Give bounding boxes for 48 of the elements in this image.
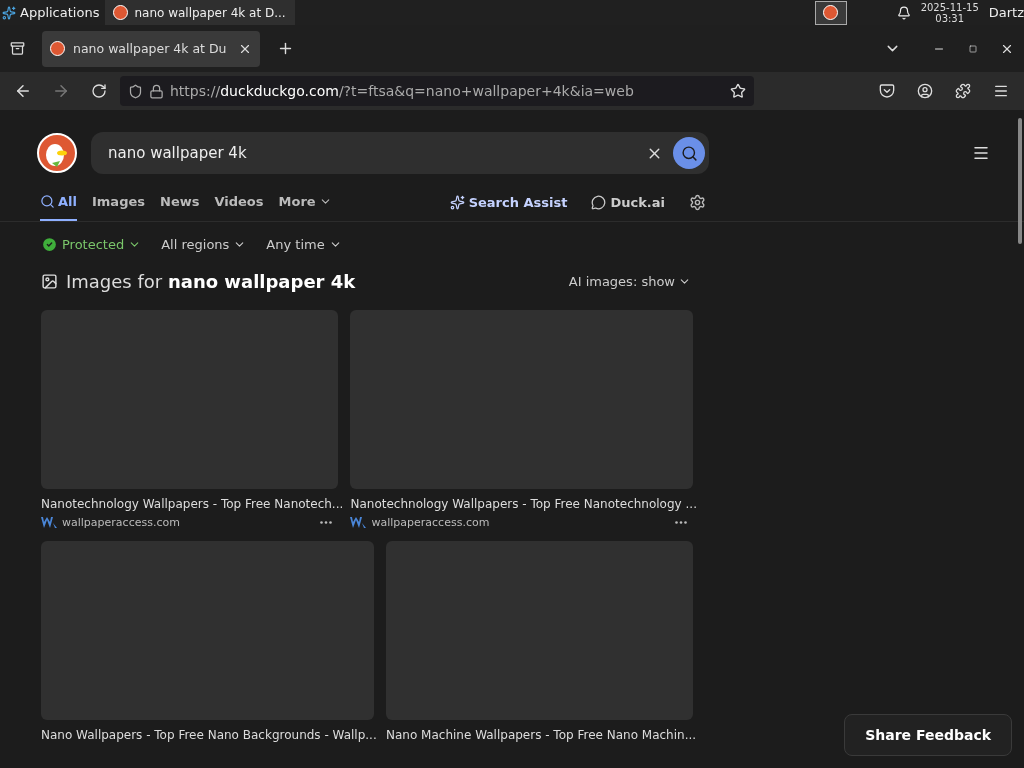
taskbar-window-button[interactable]: nano wallpaper 4k at D... bbox=[105, 0, 296, 25]
more-options-icon[interactable] bbox=[675, 521, 687, 524]
shield-icon[interactable] bbox=[128, 83, 143, 99]
sparkle-icon bbox=[449, 195, 465, 210]
image-title[interactable]: Nano Machine Wallpapers - Top Free Nano Machin... bbox=[386, 728, 693, 742]
image-source[interactable]: wallpaperaccess.com bbox=[371, 516, 490, 529]
ai-images-toggle[interactable]: AI images: show bbox=[568, 274, 691, 289]
browser-launcher[interactable] bbox=[814, 0, 847, 25]
search-button[interactable] bbox=[673, 137, 705, 169]
clock: 2025-11-15 03:31 bbox=[920, 1, 979, 24]
scrollbar-thumb[interactable] bbox=[1018, 118, 1022, 244]
chat-bubble-icon bbox=[591, 195, 607, 210]
more-options-icon[interactable] bbox=[320, 521, 333, 524]
lock-icon[interactable] bbox=[149, 83, 164, 99]
image-icon bbox=[41, 273, 58, 290]
check-circle-icon bbox=[41, 236, 58, 253]
filter-dropdown[interactable]: Any time bbox=[266, 236, 342, 253]
search-icon bbox=[40, 194, 55, 209]
browser-icon bbox=[823, 5, 839, 20]
search-icon bbox=[680, 144, 698, 162]
image-title[interactable]: Nano Wallpapers - Top Free Nano Backgrounds - Wallp... bbox=[41, 728, 374, 742]
search-assist-link[interactable]: Search Assist bbox=[449, 195, 568, 210]
share-feedback-button[interactable]: Share Feedback bbox=[844, 714, 1012, 756]
search-tab[interactable]: All bbox=[40, 184, 77, 221]
search-tab[interactable]: Videos bbox=[214, 184, 264, 221]
browser-tab[interactable]: nano wallpaper 4k at Du bbox=[42, 30, 260, 67]
filter-dropdown[interactable]: All regions bbox=[161, 236, 247, 253]
search-tab[interactable]: Images bbox=[92, 184, 145, 221]
bookmark-star-icon[interactable] bbox=[730, 83, 746, 99]
image-source[interactable]: wallpaperaccess.com bbox=[62, 516, 180, 529]
duck-favicon bbox=[50, 41, 65, 56]
filter-dropdown[interactable]: Protected bbox=[41, 236, 142, 253]
user-name: Dartz bbox=[988, 5, 1024, 20]
site-logo-icon bbox=[350, 517, 367, 528]
settings-icon[interactable] bbox=[689, 194, 706, 211]
images-heading: Images for nano wallpaper 4k bbox=[66, 271, 356, 292]
search-tab[interactable]: More bbox=[278, 184, 332, 221]
applications-menu[interactable]: Applications bbox=[0, 5, 106, 20]
duck-ai-link[interactable]: Duck.ai bbox=[591, 195, 665, 210]
address-bar[interactable]: https://duckduckgo.com/?t=ftsa&q=nano+wallpaper+4k&ia=web bbox=[120, 76, 754, 106]
search-bar[interactable]: nano wallpaper 4k bbox=[91, 132, 709, 174]
duck-logo[interactable] bbox=[37, 133, 77, 173]
browser-icon bbox=[113, 5, 129, 20]
search-field[interactable]: nano wallpaper 4k bbox=[106, 143, 636, 163]
app-menu-icon bbox=[2, 5, 16, 20]
notification-bell-icon[interactable] bbox=[896, 5, 911, 20]
site-logo-icon bbox=[41, 517, 57, 528]
search-tab[interactable]: News bbox=[160, 184, 200, 221]
